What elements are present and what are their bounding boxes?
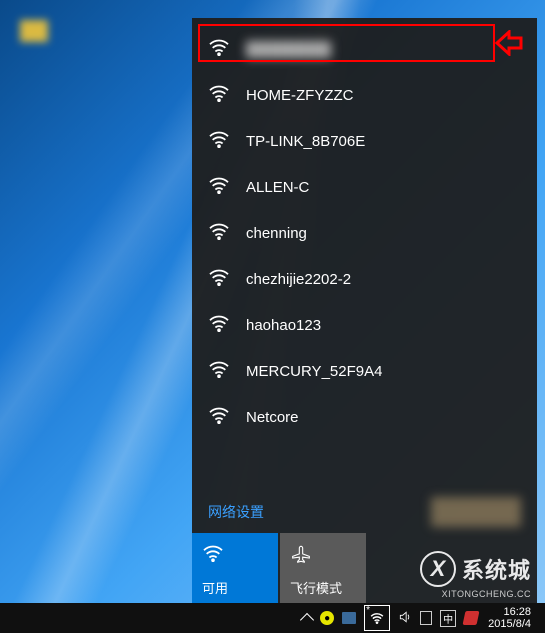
wifi-network-item[interactable]: ████████ — [192, 26, 537, 72]
wifi-icon — [202, 541, 224, 565]
tray-network-icon[interactable]: * — [364, 605, 390, 631]
wifi-network-item[interactable]: chezhijie2202-2 — [192, 256, 537, 302]
tray-action-center-icon[interactable] — [420, 611, 432, 625]
wifi-network-name: MERCURY_52F9A4 — [246, 363, 382, 380]
redacted-area — [431, 497, 521, 527]
tray-ime-indicator[interactable]: 中 — [440, 610, 456, 627]
wifi-network-item[interactable]: HOME-ZFYZZC — [192, 72, 537, 118]
airplane-mode-tile[interactable]: 飞行模式 — [280, 533, 366, 603]
tray-status-icon[interactable]: ● — [320, 611, 334, 625]
wifi-tile-label: 可用 — [202, 578, 228, 597]
network-flyout: ████████ HOME-ZFYZZC TP-LINK_8B706E ALLE… — [192, 18, 537, 603]
wifi-icon — [208, 268, 230, 290]
wifi-icon — [208, 176, 230, 198]
wifi-icon — [208, 38, 230, 60]
wifi-network-name: TP-LINK_8B706E — [246, 133, 365, 150]
wifi-network-item[interactable]: Netcore — [192, 394, 537, 440]
airplane-icon — [290, 541, 312, 565]
quick-action-tiles: 可用 飞行模式 — [192, 533, 537, 603]
tray-sogou-icon[interactable] — [463, 611, 480, 625]
wifi-network-item[interactable]: chenning — [192, 210, 537, 256]
wifi-icon — [208, 84, 230, 106]
tray-clock[interactable]: 16:28 2015/8/4 — [486, 606, 537, 630]
folder-icon — [20, 20, 48, 42]
desktop-shortcut[interactable] — [20, 20, 56, 42]
wifi-network-item[interactable]: ALLEN-C — [192, 164, 537, 210]
wifi-network-list: ████████ HOME-ZFYZZC TP-LINK_8B706E ALLE… — [192, 18, 537, 489]
wifi-icon — [208, 130, 230, 152]
wifi-network-name: ALLEN-C — [246, 179, 309, 196]
wifi-icon — [208, 406, 230, 428]
tray-volume-icon[interactable] — [398, 610, 412, 627]
wifi-network-item[interactable]: haohao123 — [192, 302, 537, 348]
wifi-network-name: Netcore — [246, 409, 299, 426]
wifi-tile[interactable]: 可用 — [192, 533, 278, 603]
wifi-network-name: HOME-ZFYZZC — [246, 87, 353, 104]
network-settings-link[interactable]: 网络设置 — [208, 502, 264, 522]
wifi-network-name: haohao123 — [246, 317, 321, 334]
wifi-network-name: chezhijie2202-2 — [246, 271, 351, 288]
wifi-icon — [208, 222, 230, 244]
tray-app-icon[interactable] — [342, 612, 356, 624]
wifi-icon — [208, 360, 230, 382]
taskbar: ● * 中 16:28 2015/8/4 — [0, 603, 545, 633]
wifi-network-name: chenning — [246, 225, 307, 242]
wifi-network-item[interactable]: MERCURY_52F9A4 — [192, 348, 537, 394]
wifi-network-name: ████████ — [246, 41, 331, 58]
clock-date: 2015/8/4 — [488, 618, 531, 630]
tray-overflow-icon[interactable] — [300, 613, 314, 627]
system-tray: ● * 中 16:28 2015/8/4 — [294, 605, 545, 631]
clock-time: 16:28 — [488, 606, 531, 618]
wifi-network-item[interactable]: TP-LINK_8B706E — [192, 118, 537, 164]
network-settings-row: 网络设置 — [192, 489, 537, 533]
wifi-icon — [208, 314, 230, 336]
airplane-tile-label: 飞行模式 — [290, 578, 342, 597]
